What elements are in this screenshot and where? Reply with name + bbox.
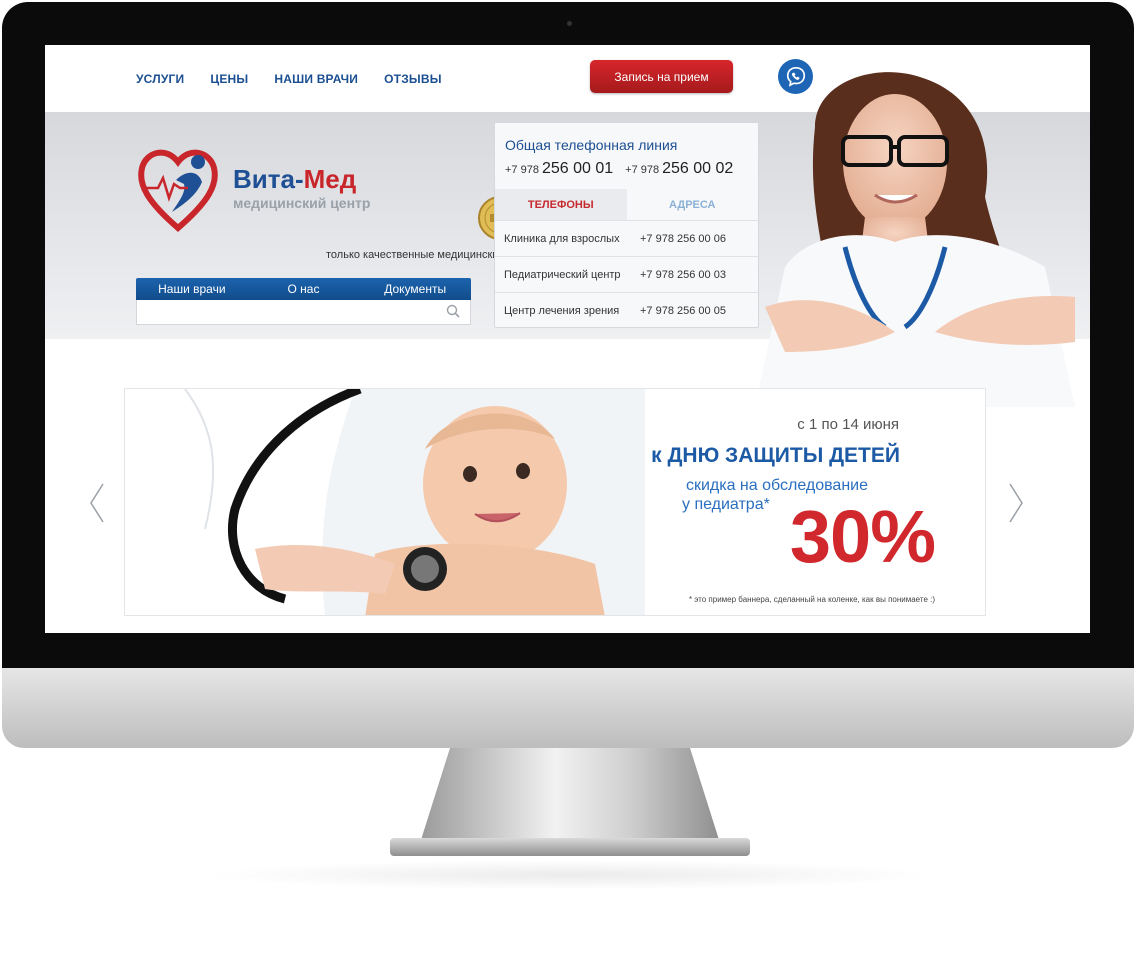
brand-logo[interactable]: Вита-Мед медицинский центр только качест… <box>136 140 547 261</box>
promo-headline: к ДНЮ ЗАЩИТЫ ДЕТЕЙ <box>651 444 900 467</box>
promo-line-1: скидка на обследование <box>685 477 868 494</box>
phones-list: Клиника для взрослых +7 978 256 00 06 Пе… <box>495 220 758 328</box>
chevron-right-icon[interactable] <box>1008 482 1024 524</box>
nav-services[interactable]: УСЛУГИ <box>136 72 184 86</box>
phones-title: Общая телефонная линия <box>505 137 678 153</box>
main-phone-numbers: +7 978 256 00 01 +7 978 256 00 02 <box>505 160 733 178</box>
secondary-nav: Наши врачи О нас Документы <box>136 278 471 300</box>
main-nav: УСЛУГИ ЦЕНЫ НАШИ ВРАЧИ ОТЗЫВЫ <box>136 72 468 86</box>
tab-addresses[interactable]: АДРЕСА <box>626 189 758 220</box>
nav-doctors[interactable]: НАШИ ВРАЧИ <box>274 72 358 86</box>
department-phone[interactable]: +7 978 256 00 03 <box>640 269 726 281</box>
promo-line-2: у педиатра* <box>682 496 770 513</box>
search-input[interactable] <box>136 300 471 325</box>
list-item: Центр лечения зрения +7 978 256 00 05 <box>495 292 758 328</box>
appointment-button[interactable]: Запись на прием <box>590 60 733 93</box>
promo-discount: 30% <box>789 495 936 578</box>
main-phone-2[interactable]: +7 978 256 00 02 <box>625 160 733 178</box>
tab-phones[interactable]: ТЕЛЕФОНЫ <box>495 189 627 220</box>
subnav-about[interactable]: О нас <box>248 282 360 296</box>
promo-banner[interactable]: с 1 по 14 июня к ДНЮ ЗАЩИТЫ ДЕТЕЙ скидка… <box>124 388 986 616</box>
list-item: Клиника для взрослых +7 978 256 00 06 <box>495 220 758 256</box>
main-phone-1[interactable]: +7 978 256 00 01 <box>505 160 613 178</box>
monitor-stand <box>420 748 720 843</box>
camera-icon <box>567 21 572 26</box>
department-name: Клиника для взрослых <box>504 232 620 245</box>
website-screen: УСЛУГИ ЦЕНЫ НАШИ ВРАЧИ ОТЗЫВЫ Запись на … <box>45 45 1090 633</box>
brand-subtitle: медицинский центр <box>233 195 371 211</box>
promo-footnote: * это пример баннера, сделанный на колен… <box>688 595 935 604</box>
promo-date: с 1 по 14 июня <box>797 416 899 433</box>
nav-reviews[interactable]: ОТЗЫВЫ <box>384 72 442 86</box>
subnav-documents[interactable]: Документы <box>359 282 471 296</box>
chevron-left-icon[interactable] <box>89 482 105 524</box>
list-item: Педиатрический центр +7 978 256 00 03 <box>495 256 758 292</box>
brand-name: Вита-Мед <box>233 164 357 194</box>
monitor-stand-base <box>390 838 750 856</box>
search-icon[interactable] <box>446 304 460 318</box>
department-phone[interactable]: +7 978 256 00 05 <box>640 305 726 317</box>
phones-tabs: ТЕЛЕФОНЫ АДРЕСА <box>495 189 758 220</box>
department-phone[interactable]: +7 978 256 00 06 <box>640 233 726 245</box>
baby-with-stethoscope-photo <box>125 389 645 615</box>
phones-panel: Общая телефонная линия +7 978 256 00 01 +… <box>494 122 759 328</box>
department-name: Центр лечения зрения <box>504 304 620 317</box>
doctor-photo <box>755 72 1075 407</box>
heart-logo-icon <box>138 149 218 232</box>
department-name: Педиатрический центр <box>504 268 621 281</box>
nav-prices[interactable]: ЦЕНЫ <box>210 72 248 86</box>
subnav-doctors[interactable]: Наши врачи <box>136 282 248 296</box>
monitor-shadow <box>200 860 940 890</box>
monitor-frame: УСЛУГИ ЦЕНЫ НАШИ ВРАЧИ ОТЗЫВЫ Запись на … <box>0 0 1136 970</box>
monitor-chin <box>2 668 1134 748</box>
